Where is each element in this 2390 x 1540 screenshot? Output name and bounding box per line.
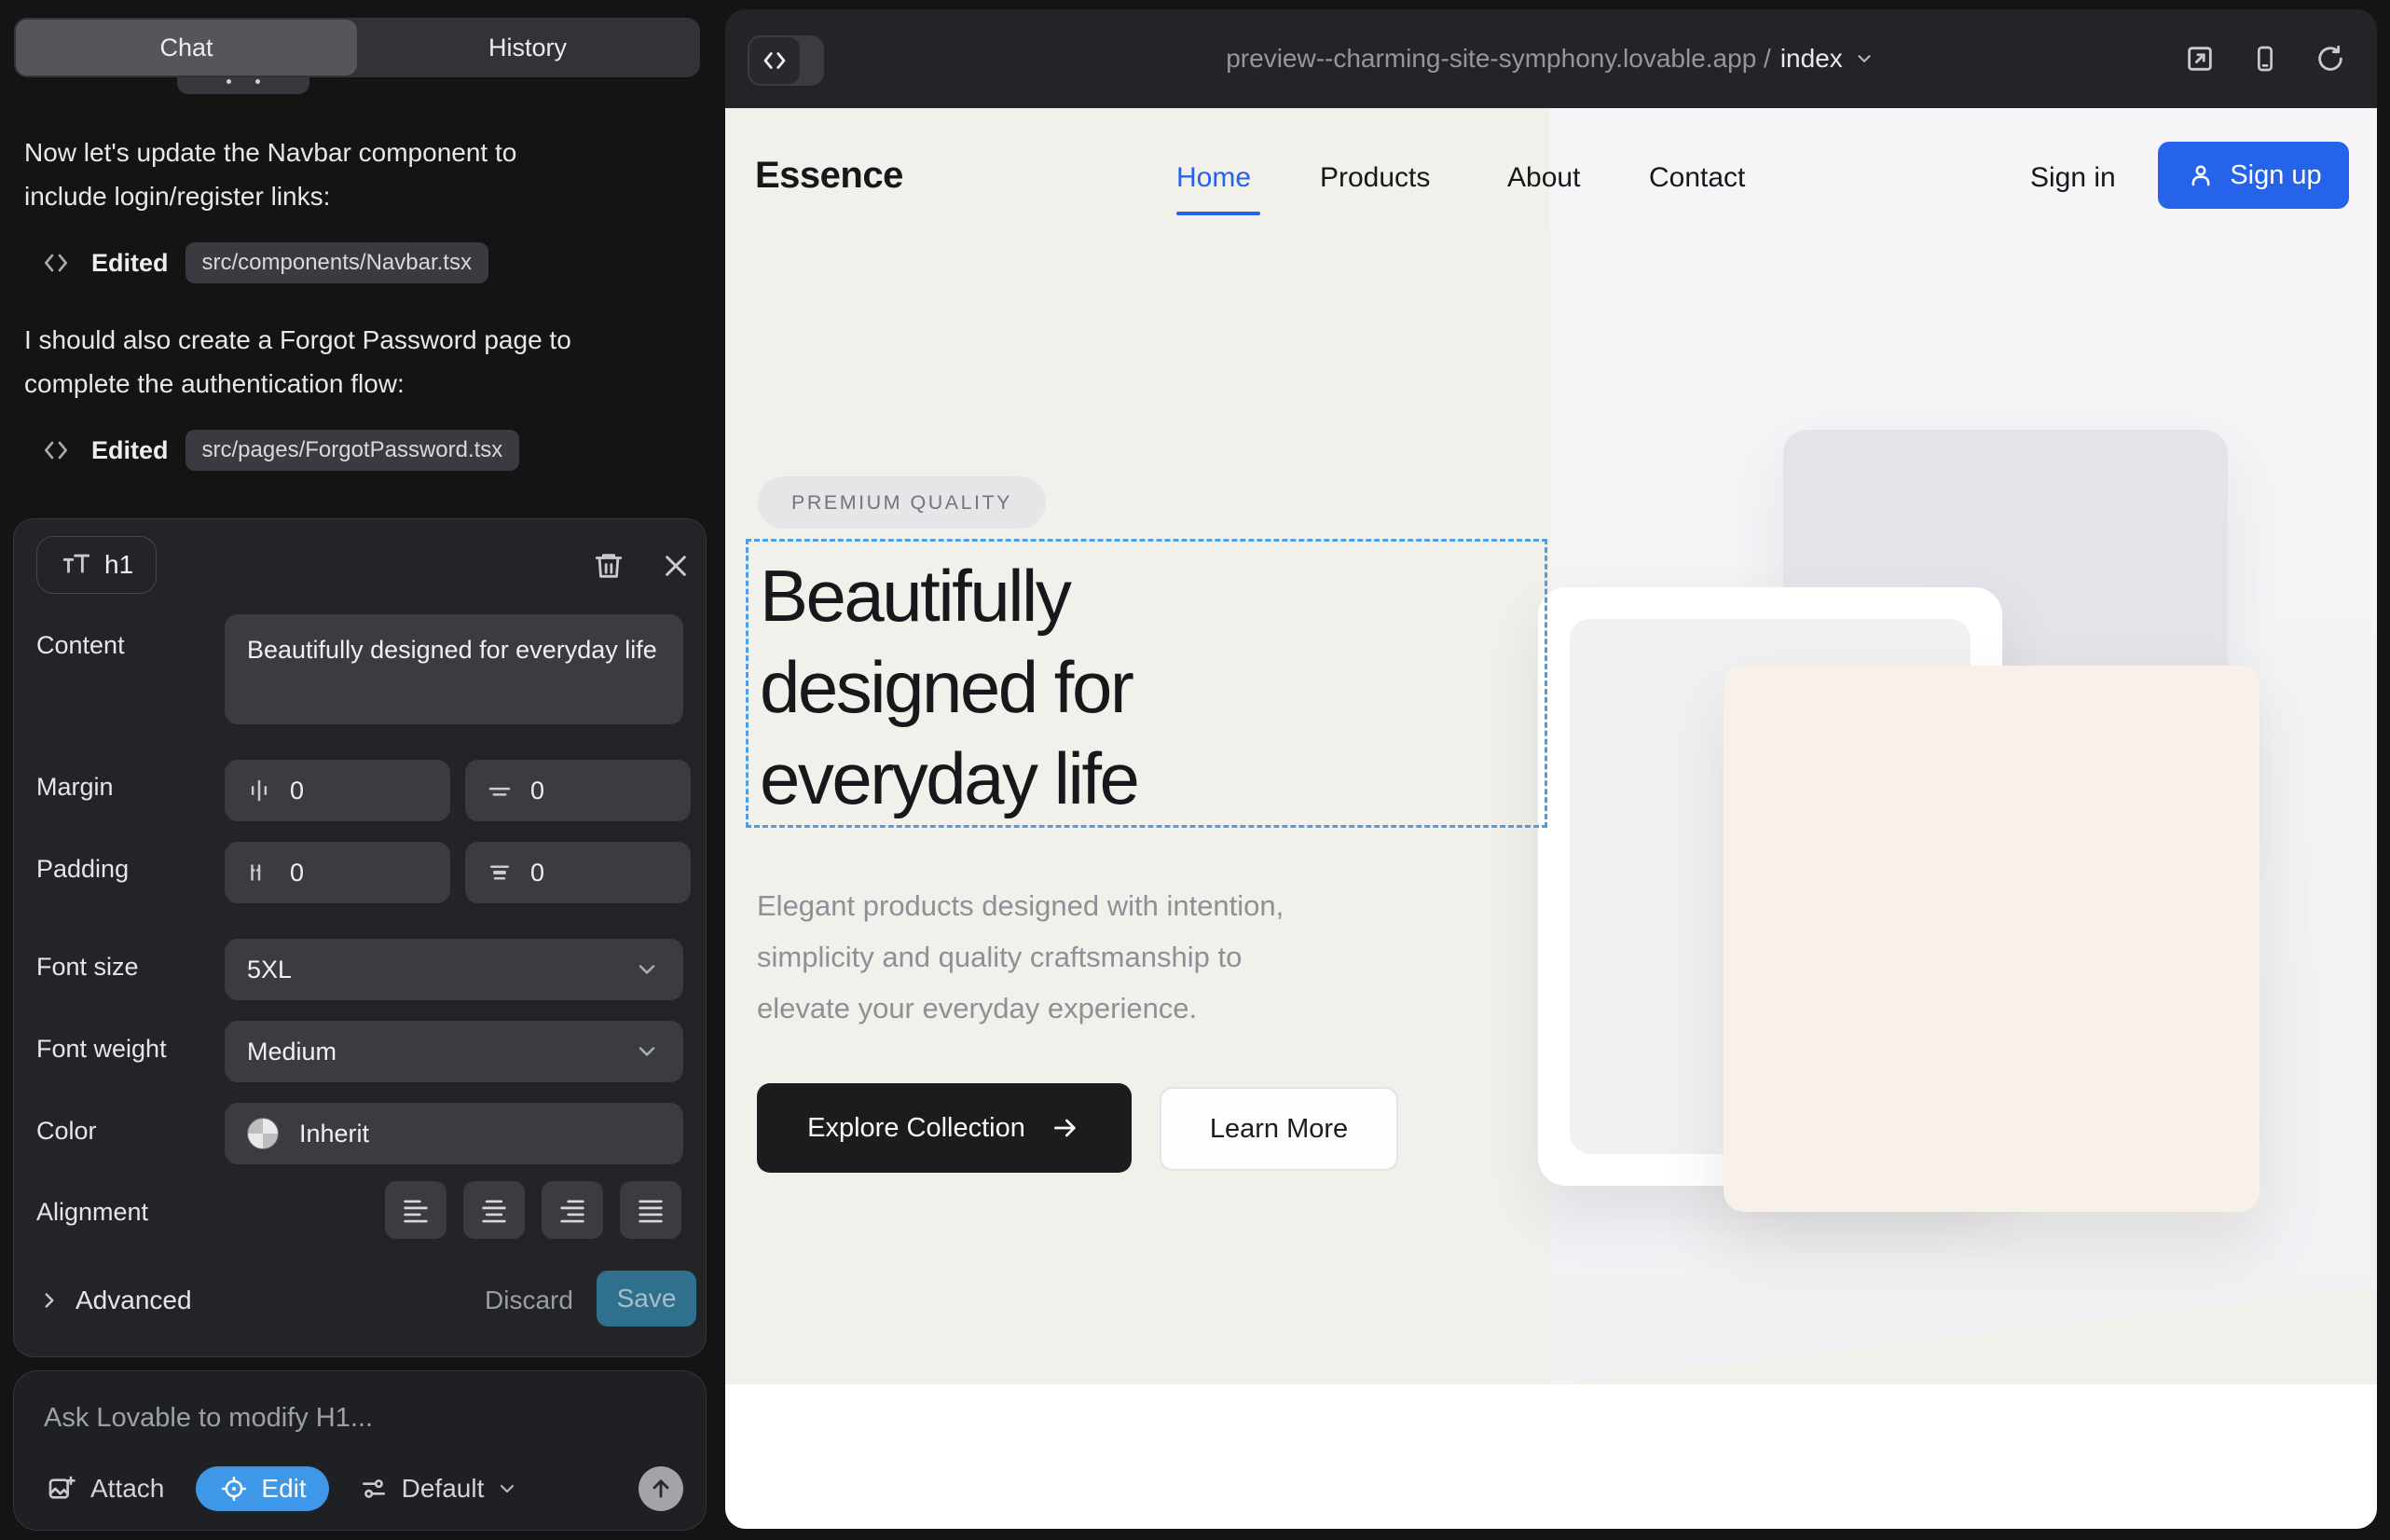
chevron-down-icon bbox=[1852, 47, 1876, 71]
close-editor-button[interactable] bbox=[652, 542, 700, 590]
lovable-app-window: Chat History Now let's update the Navbar… bbox=[0, 0, 2390, 1540]
padding-y-input[interactable]: 0 bbox=[465, 842, 691, 903]
edited-label: Edited bbox=[91, 436, 169, 465]
code-icon bbox=[39, 433, 73, 467]
code-icon bbox=[758, 44, 791, 77]
hero-heading[interactable]: Beautifully designed for everyday life bbox=[725, 550, 1490, 824]
edited-file-chip[interactable]: src/pages/ForgotPassword.tsx bbox=[185, 430, 520, 471]
edited-label: Edited bbox=[91, 249, 169, 278]
content-label: Content bbox=[36, 631, 125, 660]
target-icon bbox=[218, 1473, 250, 1505]
advanced-toggle[interactable]: Advanced bbox=[36, 1286, 192, 1315]
margin-x-input[interactable]: 0 bbox=[225, 760, 450, 821]
mobile-view-icon[interactable] bbox=[2246, 40, 2284, 77]
arrow-up-icon bbox=[647, 1475, 675, 1503]
align-center-button[interactable] bbox=[463, 1181, 525, 1239]
margin-horizontal-icon bbox=[243, 775, 275, 806]
nav-active-underline bbox=[1176, 212, 1260, 215]
content-input[interactable]: Beautifully designed for everyday life bbox=[225, 614, 683, 724]
delete-element-button[interactable] bbox=[584, 542, 633, 590]
nav-link-about[interactable]: About bbox=[1507, 162, 1580, 194]
composer-input[interactable]: Ask Lovable to modify H1... bbox=[44, 1403, 373, 1434]
sliders-icon bbox=[357, 1472, 391, 1506]
chat-composer: Ask Lovable to modify H1... Attach Edit bbox=[13, 1370, 707, 1531]
edited-file-row: Edited src/pages/ForgotPassword.tsx bbox=[39, 430, 519, 471]
chevron-down-icon bbox=[633, 1038, 661, 1066]
nav-link-contact[interactable]: Contact bbox=[1649, 162, 1745, 194]
selected-element-chip[interactable]: h1 bbox=[36, 536, 157, 594]
sign-up-button[interactable]: Sign up bbox=[2158, 142, 2349, 209]
alignment-label: Alignment bbox=[36, 1198, 148, 1227]
save-button[interactable]: Save bbox=[597, 1271, 696, 1327]
preview-pane: preview--charming-site-symphony.lovable.… bbox=[725, 9, 2377, 1529]
chevron-right-icon bbox=[36, 1287, 62, 1313]
url-page: index bbox=[1780, 44, 1843, 74]
font-weight-select[interactable]: Medium bbox=[225, 1021, 683, 1082]
align-justify-button[interactable] bbox=[620, 1181, 681, 1239]
padding-label: Padding bbox=[36, 855, 129, 884]
user-icon bbox=[2185, 159, 2217, 191]
explore-collection-button[interactable]: Explore Collection bbox=[757, 1083, 1132, 1173]
url-prefix: preview--charming-site-symphony.lovable.… bbox=[1226, 44, 1771, 74]
edited-file-row: Edited src/components/Navbar.tsx bbox=[39, 242, 488, 283]
scrolled-button-remnant[interactable] bbox=[177, 77, 309, 94]
transparency-swatch-icon bbox=[247, 1118, 279, 1149]
learn-more-button[interactable]: Learn More bbox=[1160, 1087, 1398, 1171]
code-view-toggle[interactable] bbox=[748, 35, 824, 86]
color-select[interactable]: Inherit bbox=[225, 1103, 683, 1164]
chat-panel: Chat History Now let's update the Navbar… bbox=[0, 0, 727, 1540]
site-canvas: Essence Home Products About Contact Sign… bbox=[725, 108, 2377, 1529]
image-plus-icon bbox=[44, 1471, 79, 1506]
arrow-right-icon bbox=[1050, 1112, 1081, 1144]
chevron-down-icon bbox=[633, 956, 661, 983]
tab-chat[interactable]: Chat bbox=[16, 20, 357, 76]
send-button[interactable] bbox=[639, 1466, 683, 1511]
hero-paragraph: Elegant products designed with intention… bbox=[725, 880, 1564, 1034]
tab-history[interactable]: History bbox=[357, 20, 698, 76]
open-external-icon[interactable] bbox=[2181, 40, 2218, 77]
font-weight-label: Font weight bbox=[36, 1035, 167, 1064]
refresh-icon[interactable] bbox=[2312, 40, 2349, 77]
next-section-background bbox=[725, 1384, 2377, 1529]
code-icon bbox=[39, 246, 73, 280]
margin-y-input[interactable]: 0 bbox=[465, 760, 691, 821]
code-segment[interactable] bbox=[749, 37, 800, 84]
edited-file-chip[interactable]: src/components/Navbar.tsx bbox=[185, 242, 488, 283]
padding-vertical-icon bbox=[484, 857, 515, 888]
nav-link-home[interactable]: Home bbox=[1176, 162, 1251, 194]
mode-select[interactable]: Default bbox=[357, 1472, 520, 1506]
align-right-button[interactable] bbox=[542, 1181, 603, 1239]
font-size-label: Font size bbox=[36, 953, 139, 982]
padding-horizontal-icon bbox=[243, 857, 275, 888]
preview-url-bar[interactable]: preview--charming-site-symphony.lovable.… bbox=[725, 9, 2377, 108]
padding-x-input[interactable]: 0 bbox=[225, 842, 450, 903]
margin-label: Margin bbox=[36, 773, 114, 802]
element-tag-label: h1 bbox=[104, 550, 133, 580]
site-logo[interactable]: Essence bbox=[755, 155, 903, 197]
preview-toolbar-actions bbox=[2181, 9, 2349, 108]
margin-vertical-icon bbox=[484, 775, 515, 806]
decor-card-cream bbox=[1724, 666, 2260, 1212]
composer-toolbar: Attach Edit Default bbox=[44, 1464, 683, 1513]
assistant-message: I should also create a Forgot Password p… bbox=[24, 318, 571, 406]
align-left-button[interactable] bbox=[385, 1181, 446, 1239]
nav-link-products[interactable]: Products bbox=[1320, 162, 1430, 194]
discard-button[interactable]: Discard bbox=[485, 1286, 573, 1315]
color-label: Color bbox=[36, 1117, 97, 1146]
assistant-message: Now let's update the Navbar component to… bbox=[24, 131, 516, 218]
sign-in-link[interactable]: Sign in bbox=[2030, 162, 2116, 194]
edit-mode-button[interactable]: Edit bbox=[196, 1466, 328, 1511]
chat-history-tabs: Chat History bbox=[14, 18, 700, 77]
element-editor-panel: h1 Content Beautifully designed for ever… bbox=[13, 518, 707, 1357]
attach-button[interactable]: Attach bbox=[44, 1471, 164, 1506]
chevron-down-icon bbox=[495, 1477, 519, 1501]
premium-quality-badge: PREMIUM QUALITY bbox=[758, 476, 1046, 529]
font-size-select[interactable]: 5XL bbox=[225, 939, 683, 1000]
type-icon bbox=[60, 548, 93, 582]
